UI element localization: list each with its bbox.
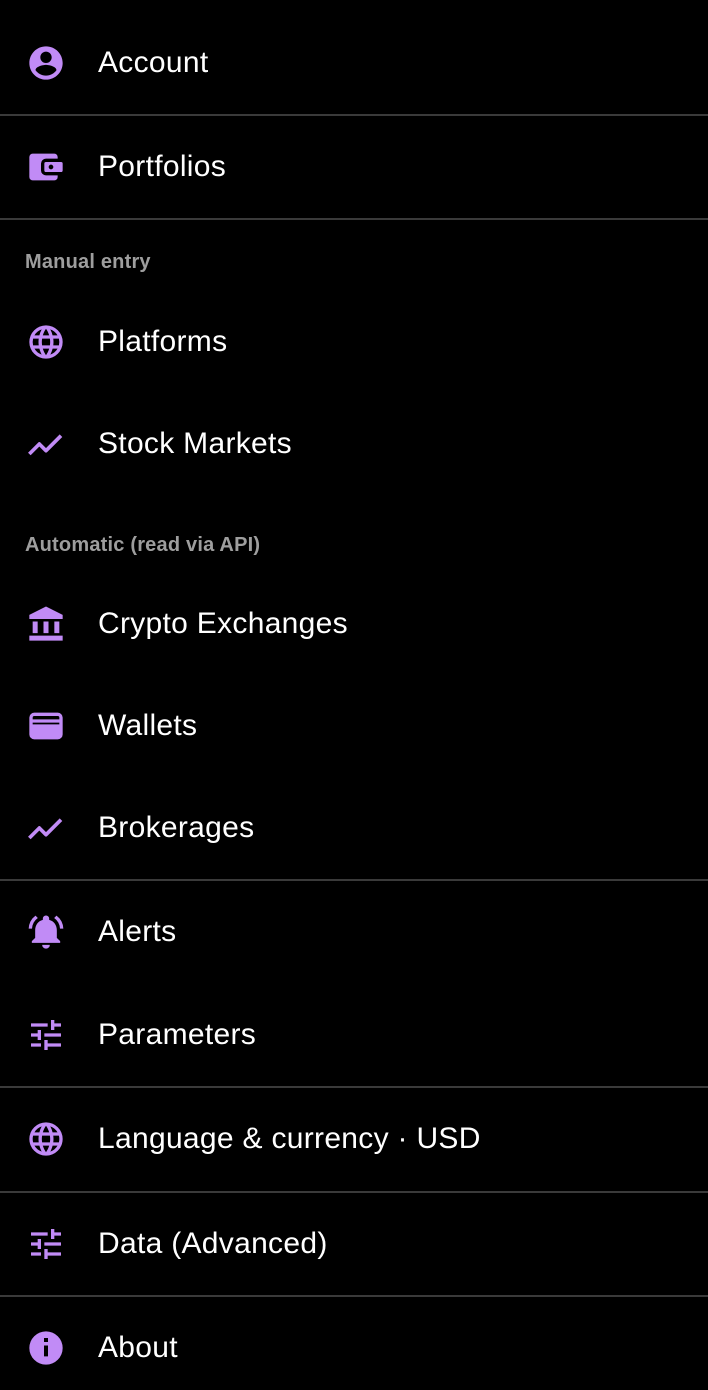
menu-item-label: About: [98, 1331, 178, 1364]
alarm-bell-icon: [26, 912, 66, 952]
divider: [0, 1191, 708, 1193]
menu-item-data-advanced[interactable]: Data (Advanced): [0, 1214, 708, 1274]
menu-item-label: Data (Advanced): [98, 1227, 328, 1260]
menu-item-alerts[interactable]: Alerts: [0, 902, 708, 962]
menu-item-label: Platforms: [98, 325, 228, 358]
wallet-icon: [26, 147, 66, 187]
menu-item-account[interactable]: Account: [0, 33, 708, 93]
section-header-automatic: Automatic (read via API): [25, 534, 261, 556]
tune-icon: [26, 1224, 66, 1264]
menu-item-label: Brokerages: [98, 811, 255, 844]
divider: [0, 1295, 708, 1297]
menu-item-brokerages[interactable]: Brokerages: [0, 798, 708, 858]
menu-item-label: Account: [98, 46, 209, 79]
menu-item-platforms[interactable]: Platforms: [0, 312, 708, 372]
divider: [0, 218, 708, 220]
divider: [0, 879, 708, 881]
menu-item-parameters[interactable]: Parameters: [0, 1005, 708, 1065]
tune-icon: [26, 1015, 66, 1055]
card-wallet-icon: [26, 706, 66, 746]
section-header-manual-entry: Manual entry: [25, 251, 151, 273]
menu-item-label: Language & currency · USD: [98, 1122, 481, 1155]
menu-item-wallets[interactable]: Wallets: [0, 696, 708, 756]
menu-item-label: Crypto Exchanges: [98, 607, 348, 640]
divider: [0, 1086, 708, 1088]
globe-icon: [26, 1119, 66, 1159]
menu-item-stock-markets[interactable]: Stock Markets: [0, 414, 708, 474]
info-icon: [26, 1328, 66, 1368]
menu-item-about[interactable]: About: [0, 1318, 708, 1378]
bank-icon: [26, 604, 66, 644]
account-circle-icon: [26, 43, 66, 83]
menu-item-label: Parameters: [98, 1018, 257, 1051]
navigation-menu: Account Portfolios Manual entry Platform…: [0, 0, 708, 1390]
menu-item-label: Alerts: [98, 915, 177, 948]
menu-item-language-currency[interactable]: Language & currency · USD: [0, 1109, 708, 1169]
globe-icon: [26, 322, 66, 362]
menu-item-label: Wallets: [98, 709, 198, 742]
divider: [0, 114, 708, 116]
menu-item-label: Portfolios: [98, 150, 227, 183]
trending-up-icon: [26, 808, 66, 848]
menu-item-crypto-exchanges[interactable]: Crypto Exchanges: [0, 594, 708, 654]
trending-up-icon: [26, 424, 66, 464]
menu-item-portfolios[interactable]: Portfolios: [0, 137, 708, 197]
menu-item-label: Stock Markets: [98, 427, 292, 460]
